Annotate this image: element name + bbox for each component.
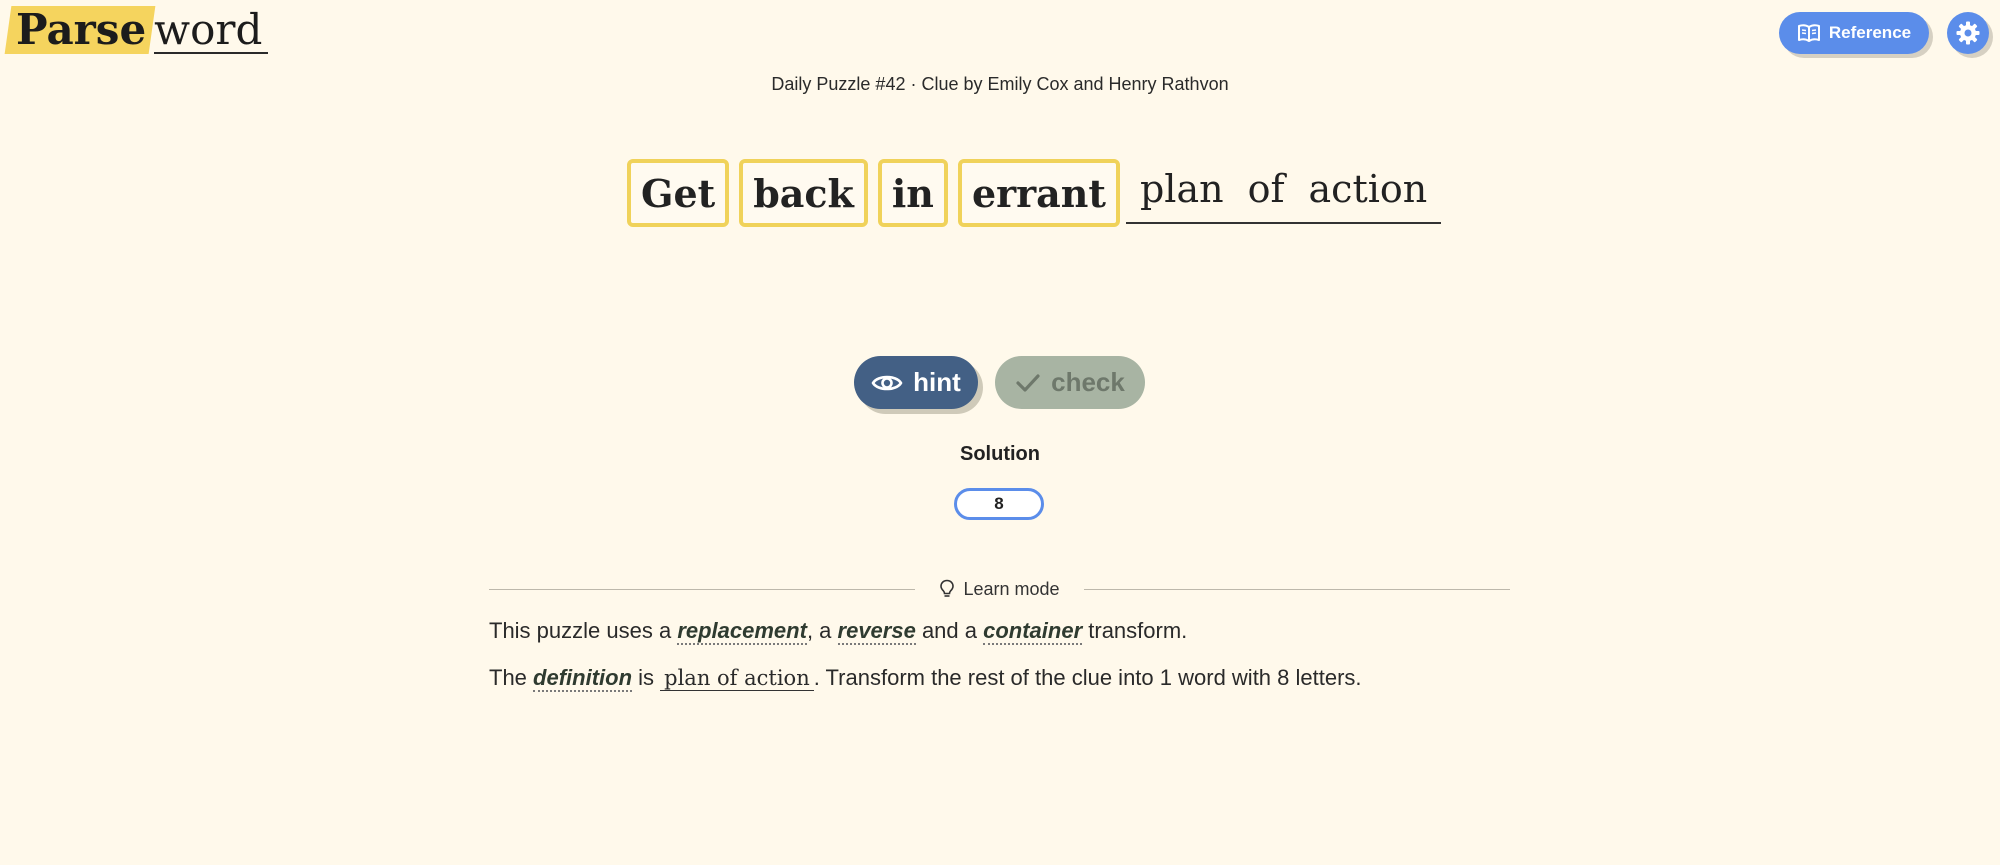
logo-part-parse: Parse (16, 5, 147, 54)
learn-mode-title: Learn mode (963, 578, 1060, 599)
book-open-icon (1797, 24, 1820, 42)
definition-word: of (1247, 167, 1285, 211)
term-definition[interactable]: definition (533, 665, 633, 692)
check-button-label: check (1051, 367, 1125, 397)
reference-button[interactable]: Reference (1779, 12, 1929, 54)
eye-icon (871, 375, 903, 390)
term-replacement[interactable]: replacement (677, 618, 807, 645)
clue-word[interactable]: in (877, 159, 948, 227)
checkmark-icon (1016, 373, 1040, 392)
clue-word[interactable]: back (739, 159, 868, 227)
definition-word: action (1308, 167, 1428, 211)
hint-button-label: hint (913, 367, 961, 397)
settings-button[interactable] (1947, 12, 1989, 54)
solution-label: Solution (960, 443, 1040, 465)
clue-definition: plan of action (1125, 156, 1442, 224)
check-button[interactable]: check (995, 356, 1145, 409)
logo-part-word: word (154, 8, 269, 54)
learn-mode-header: Learn mode (915, 579, 1083, 600)
clue: Get back in errant plan of action (627, 155, 1442, 231)
reference-button-label: Reference (1828, 23, 1912, 42)
divider-line (489, 588, 916, 590)
clue-word[interactable]: Get (627, 159, 730, 227)
learn-mode-divider: Learn mode (489, 577, 1511, 601)
clue-word[interactable]: errant (957, 159, 1120, 227)
divider-line (1083, 588, 1511, 590)
lightbulb-icon (940, 579, 955, 597)
hint-button[interactable]: hint (854, 356, 978, 409)
solution-input[interactable] (954, 488, 1044, 520)
definition-word: plan (1139, 167, 1224, 211)
learn-line-definition: The definition is plan of action. Transf… (489, 665, 1362, 692)
puzzle-subtitle: Daily Puzzle #42 · Clue by Emily Cox and… (771, 74, 1229, 94)
term-reverse[interactable]: reverse (837, 618, 916, 645)
inline-definition: plan of action (660, 666, 814, 691)
learn-line-transforms: This puzzle uses a replacement, a revers… (489, 618, 1188, 645)
gear-icon (1956, 21, 1980, 45)
term-container[interactable]: container (983, 618, 1083, 645)
logo: Parse word (4, 5, 269, 54)
